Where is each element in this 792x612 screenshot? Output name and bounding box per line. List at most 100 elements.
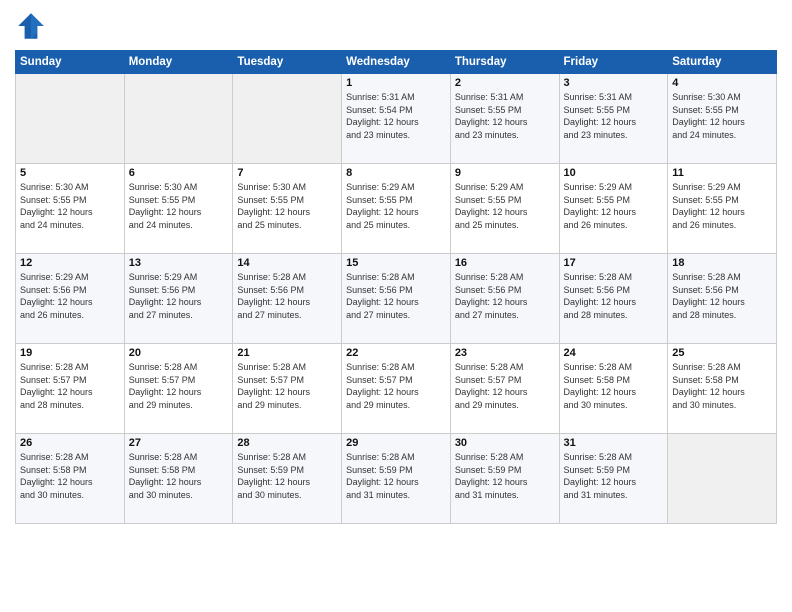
calendar-cell: 6 Sunrise: 5:30 AM Sunset: 5:55 PM Daylig… [124,164,233,254]
calendar-cell: 11 Sunrise: 5:29 AM Sunset: 5:55 PM Dayli… [668,164,777,254]
day-number: 31 [564,437,664,449]
day-info: Sunrise: 5:31 AM Sunset: 5:54 PM Dayligh… [346,91,446,141]
day-info: Sunrise: 5:28 AM Sunset: 5:59 PM Dayligh… [237,451,337,501]
weekday-header-row: SundayMondayTuesdayWednesdayThursdayFrid… [16,51,777,74]
calendar-cell: 30 Sunrise: 5:28 AM Sunset: 5:59 PM Dayli… [450,434,559,524]
day-info: Sunrise: 5:28 AM Sunset: 5:57 PM Dayligh… [20,361,120,411]
weekday-header-saturday: Saturday [668,51,777,74]
day-info: Sunrise: 5:28 AM Sunset: 5:57 PM Dayligh… [346,361,446,411]
calendar-cell: 7Sunrise: 5:30 AM Sunset: 5:55 PM Daylig… [233,164,342,254]
calendar-week-row: 26 Sunrise: 5:28 AM Sunset: 5:58 PM Dayli… [16,434,777,524]
day-number: 28 [237,437,337,449]
calendar-cell: 8 Sunrise: 5:29 AM Sunset: 5:55 PM Daylig… [342,164,451,254]
calendar-cell: 25 Sunrise: 5:28 AM Sunset: 5:58 PM Dayli… [668,344,777,434]
weekday-header-sunday: Sunday [16,51,125,74]
calendar-cell: 17 Sunrise: 5:28 AM Sunset: 5:56 PM Dayli… [559,254,668,344]
calendar-cell: 21Sunrise: 5:28 AM Sunset: 5:57 PM Dayli… [233,344,342,434]
day-info: Sunrise: 5:29 AM Sunset: 5:56 PM Dayligh… [129,271,229,321]
calendar-cell: 14Sunrise: 5:28 AM Sunset: 5:56 PM Dayli… [233,254,342,344]
day-info: Sunrise: 5:28 AM Sunset: 5:58 PM Dayligh… [564,361,664,411]
day-number: 19 [20,347,120,359]
day-number: 17 [564,257,664,269]
page-header [15,10,777,42]
day-info: Sunrise: 5:28 AM Sunset: 5:56 PM Dayligh… [564,271,664,321]
calendar-week-row: 12 Sunrise: 5:29 AM Sunset: 5:56 PM Dayli… [16,254,777,344]
day-number: 12 [20,257,120,269]
calendar-cell [124,74,233,164]
day-info: Sunrise: 5:28 AM Sunset: 5:58 PM Dayligh… [672,361,772,411]
calendar-cell: 4Sunrise: 5:30 AM Sunset: 5:55 PM Daylig… [668,74,777,164]
day-info: Sunrise: 5:28 AM Sunset: 5:57 PM Dayligh… [129,361,229,411]
calendar-week-row: 5 Sunrise: 5:30 AM Sunset: 5:55 PM Daylig… [16,164,777,254]
day-number: 24 [564,347,664,359]
calendar-cell: 1 Sunrise: 5:31 AM Sunset: 5:54 PM Daylig… [342,74,451,164]
day-number: 8 [346,167,446,179]
calendar-table: SundayMondayTuesdayWednesdayThursdayFrid… [15,50,777,524]
day-number: 23 [455,347,555,359]
logo [15,10,51,42]
weekday-header-wednesday: Wednesday [342,51,451,74]
day-info: Sunrise: 5:30 AM Sunset: 5:55 PM Dayligh… [20,181,120,231]
day-number: 26 [20,437,120,449]
calendar-cell: 13 Sunrise: 5:29 AM Sunset: 5:56 PM Dayli… [124,254,233,344]
day-info: Sunrise: 5:28 AM Sunset: 5:58 PM Dayligh… [129,451,229,501]
logo-icon [15,10,47,42]
day-number: 15 [346,257,446,269]
calendar-week-row: 19 Sunrise: 5:28 AM Sunset: 5:57 PM Dayli… [16,344,777,434]
calendar-cell: 5 Sunrise: 5:30 AM Sunset: 5:55 PM Daylig… [16,164,125,254]
calendar-cell: 2 Sunrise: 5:31 AM Sunset: 5:55 PM Daylig… [450,74,559,164]
weekday-header-monday: Monday [124,51,233,74]
calendar-cell: 19 Sunrise: 5:28 AM Sunset: 5:57 PM Dayli… [16,344,125,434]
calendar-week-row: 1 Sunrise: 5:31 AM Sunset: 5:54 PM Daylig… [16,74,777,164]
day-info: Sunrise: 5:30 AM Sunset: 5:55 PM Dayligh… [129,181,229,231]
calendar-cell: 16 Sunrise: 5:28 AM Sunset: 5:56 PM Dayli… [450,254,559,344]
day-info: Sunrise: 5:28 AM Sunset: 5:56 PM Dayligh… [455,271,555,321]
day-info: Sunrise: 5:30 AM Sunset: 5:55 PM Dayligh… [672,91,772,141]
calendar-cell: 28 Sunrise: 5:28 AM Sunset: 5:59 PM Dayli… [233,434,342,524]
day-number: 29 [346,437,446,449]
day-info: Sunrise: 5:30 AM Sunset: 5:55 PM Dayligh… [237,181,337,231]
day-number: 16 [455,257,555,269]
day-info: Sunrise: 5:28 AM Sunset: 5:59 PM Dayligh… [564,451,664,501]
day-info: Sunrise: 5:28 AM Sunset: 5:58 PM Dayligh… [20,451,120,501]
day-info: Sunrise: 5:31 AM Sunset: 5:55 PM Dayligh… [564,91,664,141]
day-number: 6 [129,167,229,179]
day-info: Sunrise: 5:29 AM Sunset: 5:56 PM Dayligh… [20,271,120,321]
calendar-cell: 23 Sunrise: 5:28 AM Sunset: 5:57 PM Dayli… [450,344,559,434]
calendar-cell: 20 Sunrise: 5:28 AM Sunset: 5:57 PM Dayli… [124,344,233,434]
day-number: 13 [129,257,229,269]
day-number: 9 [455,167,555,179]
day-number: 18 [672,257,772,269]
weekday-header-tuesday: Tuesday [233,51,342,74]
calendar-cell: 15 Sunrise: 5:28 AM Sunset: 5:56 PM Dayli… [342,254,451,344]
day-number: 5 [20,167,120,179]
day-info: Sunrise: 5:28 AM Sunset: 5:56 PM Dayligh… [346,271,446,321]
weekday-header-thursday: Thursday [450,51,559,74]
day-number: 30 [455,437,555,449]
calendar-cell: 10Sunrise: 5:29 AM Sunset: 5:55 PM Dayli… [559,164,668,254]
day-info: Sunrise: 5:29 AM Sunset: 5:55 PM Dayligh… [455,181,555,231]
day-number: 10 [564,167,664,179]
calendar-cell: 24 Sunrise: 5:28 AM Sunset: 5:58 PM Dayli… [559,344,668,434]
calendar-cell: 18Sunrise: 5:28 AM Sunset: 5:56 PM Dayli… [668,254,777,344]
calendar-cell [16,74,125,164]
calendar-cell: 31 Sunrise: 5:28 AM Sunset: 5:59 PM Dayli… [559,434,668,524]
day-info: Sunrise: 5:28 AM Sunset: 5:59 PM Dayligh… [346,451,446,501]
day-info: Sunrise: 5:28 AM Sunset: 5:57 PM Dayligh… [455,361,555,411]
day-number: 1 [346,77,446,89]
day-info: Sunrise: 5:28 AM Sunset: 5:59 PM Dayligh… [455,451,555,501]
day-info: Sunrise: 5:29 AM Sunset: 5:55 PM Dayligh… [346,181,446,231]
day-number: 25 [672,347,772,359]
day-number: 20 [129,347,229,359]
day-number: 22 [346,347,446,359]
day-info: Sunrise: 5:29 AM Sunset: 5:55 PM Dayligh… [672,181,772,231]
day-number: 2 [455,77,555,89]
weekday-header-friday: Friday [559,51,668,74]
calendar-cell: 26 Sunrise: 5:28 AM Sunset: 5:58 PM Dayli… [16,434,125,524]
calendar-cell: 27Sunrise: 5:28 AM Sunset: 5:58 PM Dayli… [124,434,233,524]
day-info: Sunrise: 5:31 AM Sunset: 5:55 PM Dayligh… [455,91,555,141]
day-number: 11 [672,167,772,179]
calendar-cell: 3Sunrise: 5:31 AM Sunset: 5:55 PM Daylig… [559,74,668,164]
calendar-cell [233,74,342,164]
calendar-cell [668,434,777,524]
